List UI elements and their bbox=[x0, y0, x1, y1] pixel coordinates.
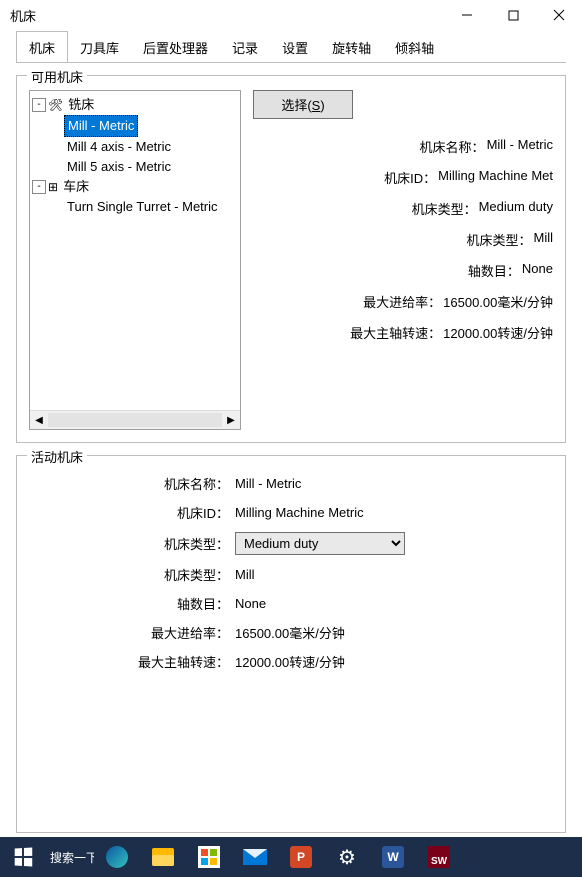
info-value-spindle: 12000.00转速/分钟 bbox=[443, 323, 553, 342]
scroll-right-icon[interactable]: ▶ bbox=[222, 415, 240, 426]
form-label-axes: 轴数目： bbox=[29, 594, 235, 613]
edge-icon bbox=[106, 846, 128, 868]
tree-label: Mill 5 axis - Metric bbox=[64, 157, 174, 177]
taskbar-solidworks[interactable]: SW bbox=[416, 837, 462, 877]
gear-icon: ⚙ bbox=[338, 845, 356, 870]
available-machines-legend: 可用机床 bbox=[27, 67, 87, 86]
info-label-kind: 机床类型： bbox=[466, 230, 531, 249]
tree-item[interactable]: Turn Single Turret - Metric bbox=[64, 197, 240, 217]
info-value-axes: None bbox=[522, 261, 553, 280]
scroll-track[interactable] bbox=[48, 413, 222, 427]
collapse-icon[interactable]: - bbox=[32, 98, 46, 112]
form-value-spindle: 12000.00转速/分钟 bbox=[235, 652, 345, 671]
taskbar-search[interactable]: 搜索一下 bbox=[46, 849, 94, 866]
info-value-type: Medium duty bbox=[479, 199, 553, 218]
info-value-name: Mill - Metric bbox=[487, 137, 553, 156]
available-machines-group: 可用机床 - 🛠 铣床 Mill - Metric Mill 4 axis - … bbox=[16, 75, 566, 443]
form-value-axes: None bbox=[235, 596, 266, 611]
taskbar-store[interactable] bbox=[186, 837, 232, 877]
form-value-name: Mill - Metric bbox=[235, 476, 301, 491]
tab-record[interactable]: 记录 bbox=[220, 32, 270, 62]
tree-node-mill-group[interactable]: - 🛠 铣床 bbox=[32, 95, 240, 115]
content: 可用机床 - 🛠 铣床 Mill - Metric Mill 4 axis - … bbox=[0, 63, 582, 837]
taskbar-settings[interactable]: ⚙ bbox=[324, 837, 370, 877]
mail-icon bbox=[243, 849, 267, 865]
taskbar-explorer[interactable] bbox=[140, 837, 186, 877]
form-label-kind: 机床类型： bbox=[29, 565, 235, 584]
tree-label: Mill - Metric bbox=[64, 115, 138, 137]
tree-item[interactable]: Mill 5 axis - Metric bbox=[64, 157, 240, 177]
tab-settings[interactable]: 设置 bbox=[270, 32, 320, 62]
tree-node-lathe-group[interactable]: - ⊞ 车床 bbox=[32, 177, 240, 197]
taskbar-mail[interactable] bbox=[232, 837, 278, 877]
tree-body: - 🛠 铣床 Mill - Metric Mill 4 axis - Metri… bbox=[30, 91, 240, 410]
tab-tilt-axis[interactable]: 倾斜轴 bbox=[383, 32, 446, 62]
active-machine-form: 机床名称：Mill - Metric 机床ID：Milling Machine … bbox=[29, 474, 553, 671]
tabstrip: 机床 刀具库 后置处理器 记录 设置 旋转轴 倾斜轴 bbox=[0, 30, 582, 62]
lathe-icon: ⊞ bbox=[48, 177, 58, 197]
taskbar-powerpoint[interactable]: P bbox=[278, 837, 324, 877]
machine-tree[interactable]: - 🛠 铣床 Mill - Metric Mill 4 axis - Metri… bbox=[29, 90, 241, 430]
info-label-axes: 轴数目： bbox=[468, 261, 520, 280]
folder-icon bbox=[152, 848, 174, 866]
taskbar: 搜索一下 P ⚙ W SW bbox=[0, 837, 582, 877]
taskbar-edge[interactable] bbox=[94, 837, 140, 877]
form-label-id: 机床ID： bbox=[29, 503, 235, 522]
mill-icon: 🛠 bbox=[48, 95, 63, 115]
titlebar: 机床 bbox=[0, 0, 582, 30]
horizontal-scrollbar[interactable]: ◀ ▶ bbox=[30, 410, 240, 429]
tree-label: Mill 4 axis - Metric bbox=[64, 137, 174, 157]
word-icon: W bbox=[382, 846, 404, 868]
windows-icon bbox=[15, 847, 33, 866]
tree-label: 铣床 bbox=[65, 95, 97, 115]
tree-label: Turn Single Turret - Metric bbox=[64, 197, 221, 217]
select-button[interactable]: 选择(S) bbox=[253, 90, 353, 119]
active-machine-group: 活动机床 机床名称：Mill - Metric 机床ID：Milling Mac… bbox=[16, 455, 566, 833]
window: 机床 机床 刀具库 后置处理器 记录 设置 旋转轴 倾斜轴 可用机床 - 🛠 铣… bbox=[0, 0, 582, 877]
form-label-type: 机床类型： bbox=[29, 534, 235, 553]
tree-label: 车床 bbox=[60, 177, 92, 197]
tab-post-processor[interactable]: 后置处理器 bbox=[131, 32, 220, 62]
store-icon bbox=[198, 846, 220, 868]
info-label-feed: 最大进给率： bbox=[363, 292, 441, 311]
info-label-name: 机床名称： bbox=[420, 137, 485, 156]
form-value-id: Milling Machine Metric bbox=[235, 505, 364, 520]
form-label-spindle: 最大主轴转速： bbox=[29, 652, 235, 671]
taskbar-word[interactable]: W bbox=[370, 837, 416, 877]
start-button[interactable] bbox=[0, 837, 46, 877]
collapse-icon[interactable]: - bbox=[32, 180, 46, 194]
info-value-kind: Mill bbox=[534, 230, 554, 249]
info-rows: 机床名称：Mill - Metric 机床ID：Milling Machine … bbox=[253, 137, 553, 342]
info-label-spindle: 最大主轴转速： bbox=[350, 323, 441, 342]
info-value-feed: 16500.00毫米/分钟 bbox=[443, 292, 553, 311]
form-label-name: 机床名称： bbox=[29, 474, 235, 493]
tab-tool-library[interactable]: 刀具库 bbox=[68, 32, 131, 62]
form-value-kind: Mill bbox=[235, 567, 255, 582]
form-label-feed: 最大进给率： bbox=[29, 623, 235, 642]
tree-item[interactable]: Mill 4 axis - Metric bbox=[64, 137, 240, 157]
form-value-feed: 16500.00毫米/分钟 bbox=[235, 623, 345, 642]
powerpoint-icon: P bbox=[290, 846, 312, 868]
info-label-id: 机床ID： bbox=[384, 168, 436, 187]
minimize-button[interactable] bbox=[444, 0, 490, 30]
machine-type-select[interactable]: Medium duty bbox=[235, 532, 405, 555]
tab-machine[interactable]: 机床 bbox=[16, 31, 68, 63]
close-button[interactable] bbox=[536, 0, 582, 30]
window-title: 机床 bbox=[10, 6, 444, 25]
scroll-left-icon[interactable]: ◀ bbox=[30, 415, 48, 426]
active-machine-legend: 活动机床 bbox=[27, 447, 87, 466]
solidworks-icon: SW bbox=[428, 846, 450, 868]
tree-item[interactable]: Mill - Metric bbox=[64, 115, 240, 137]
machine-info-column: 选择(S) 机床名称：Mill - Metric 机床ID：Milling Ma… bbox=[253, 90, 553, 430]
info-label-type: 机床类型： bbox=[412, 199, 477, 218]
tab-rotary-axis[interactable]: 旋转轴 bbox=[320, 32, 383, 62]
info-value-id: Milling Machine Met bbox=[438, 168, 553, 187]
maximize-button[interactable] bbox=[490, 0, 536, 30]
